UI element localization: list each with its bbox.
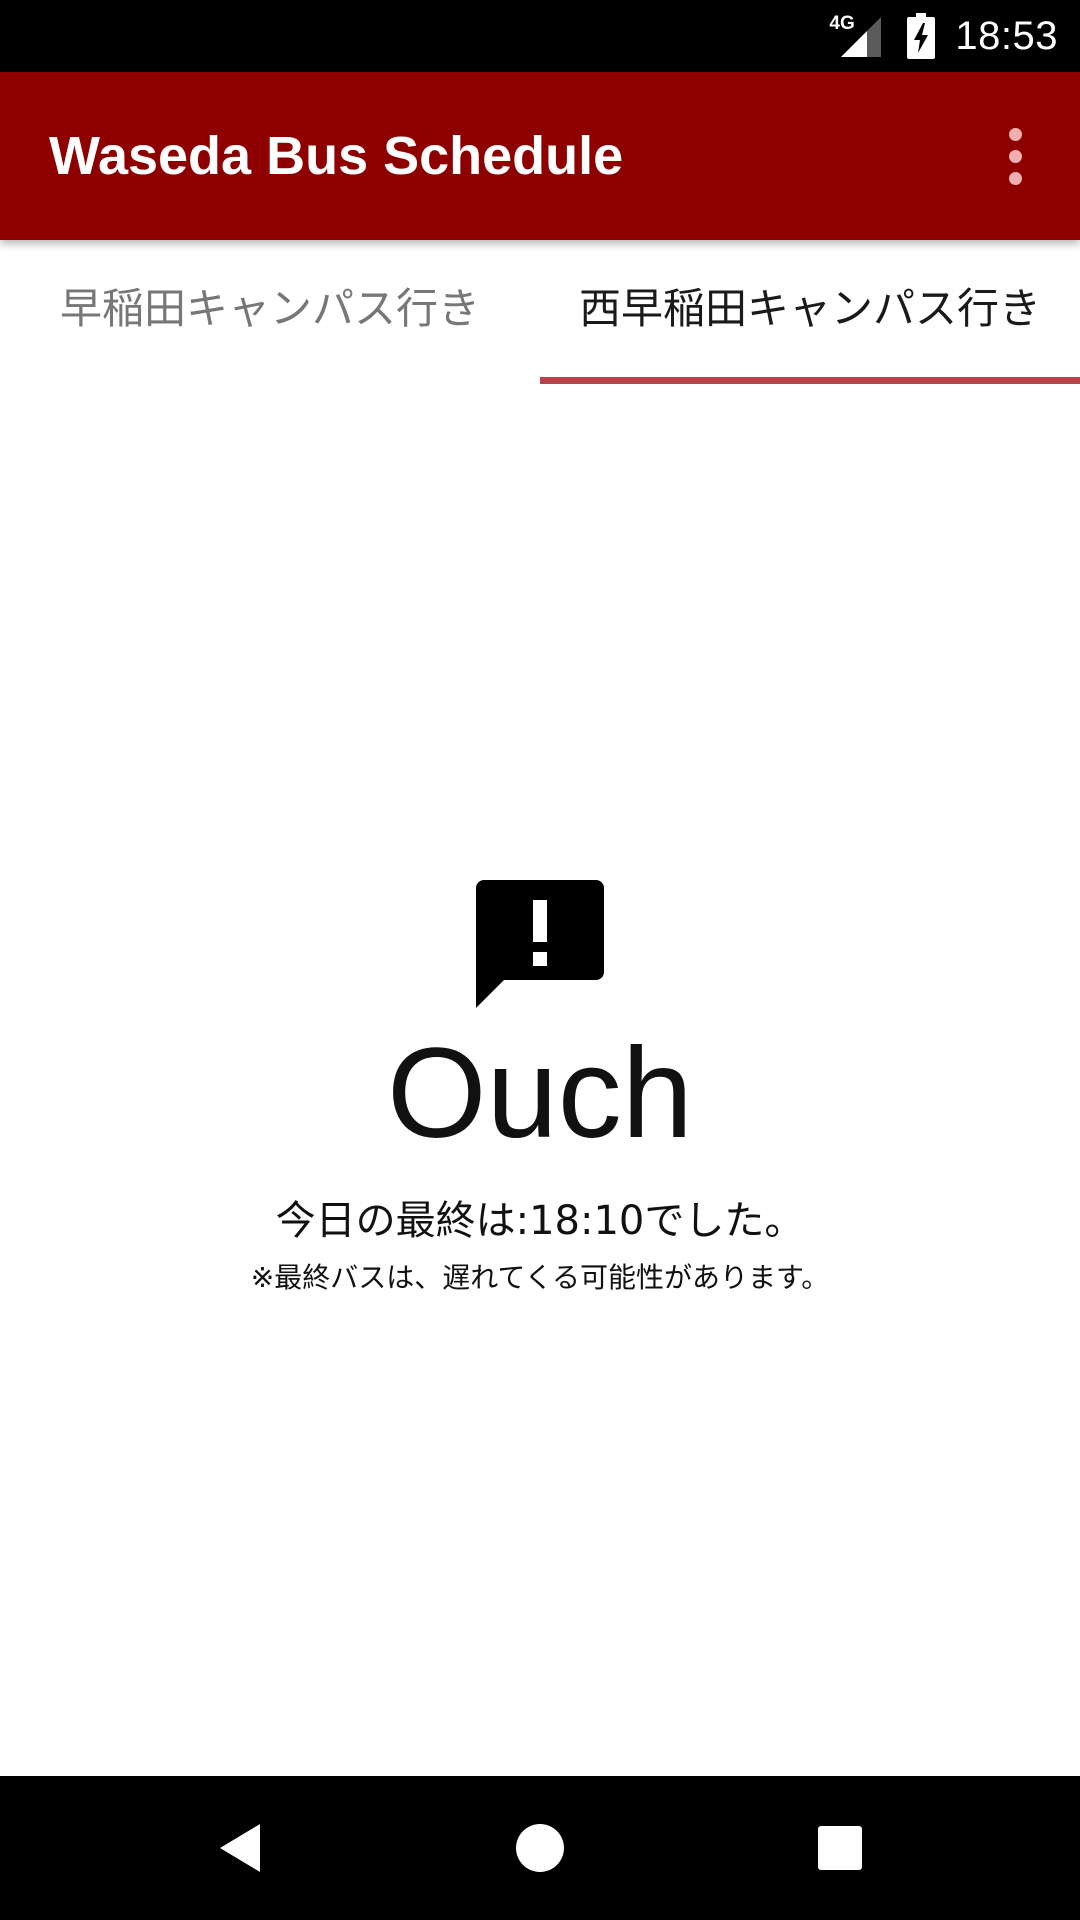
delay-note: ※最終バスは、遅れてくる可能性があります。	[250, 1261, 830, 1294]
status-icons: 4G 18:53	[829, 0, 1058, 72]
tab-bar: 早稲田キャンパス行き 西早稲田キャンパス行き	[0, 240, 1080, 384]
back-icon	[220, 1824, 260, 1872]
navigation-bar	[0, 1776, 1080, 1920]
recent-apps-button[interactable]	[780, 1776, 900, 1920]
empty-state-heading: Ouch	[387, 1022, 693, 1165]
empty-state: Ouch 今日の最終は:18:10でした。 ※最終バスは、遅れてくる可能性があり…	[0, 880, 1080, 1296]
last-bus-message: 今日の最終は:18:10でした。	[275, 1198, 805, 1244]
home-button[interactable]	[480, 1776, 600, 1920]
overflow-menu-dot	[1008, 171, 1022, 185]
signal-icon: 4G	[829, 13, 887, 59]
back-button[interactable]	[180, 1776, 300, 1920]
overflow-menu-button[interactable]	[980, 120, 1050, 192]
status-bar: 4G 18:53	[0, 0, 1080, 72]
recent-apps-icon	[818, 1826, 862, 1870]
tab-waseda-campus[interactable]: 早稲田キャンパス行き	[0, 240, 540, 384]
battery-charging-icon	[907, 13, 936, 59]
tab-nishi-waseda-campus[interactable]: 西早稲田キャンパス行き	[540, 240, 1080, 384]
alert-message-icon	[476, 880, 604, 1008]
overflow-menu-icon	[1008, 127, 1022, 141]
clock: 18:53	[955, 13, 1058, 58]
overflow-menu-dot	[1008, 149, 1022, 163]
app-bar: Waseda Bus Schedule	[0, 72, 1080, 240]
home-icon	[516, 1824, 564, 1872]
tab-selected-indicator	[540, 377, 1080, 384]
app-title: Waseda Bus Schedule	[49, 126, 624, 186]
